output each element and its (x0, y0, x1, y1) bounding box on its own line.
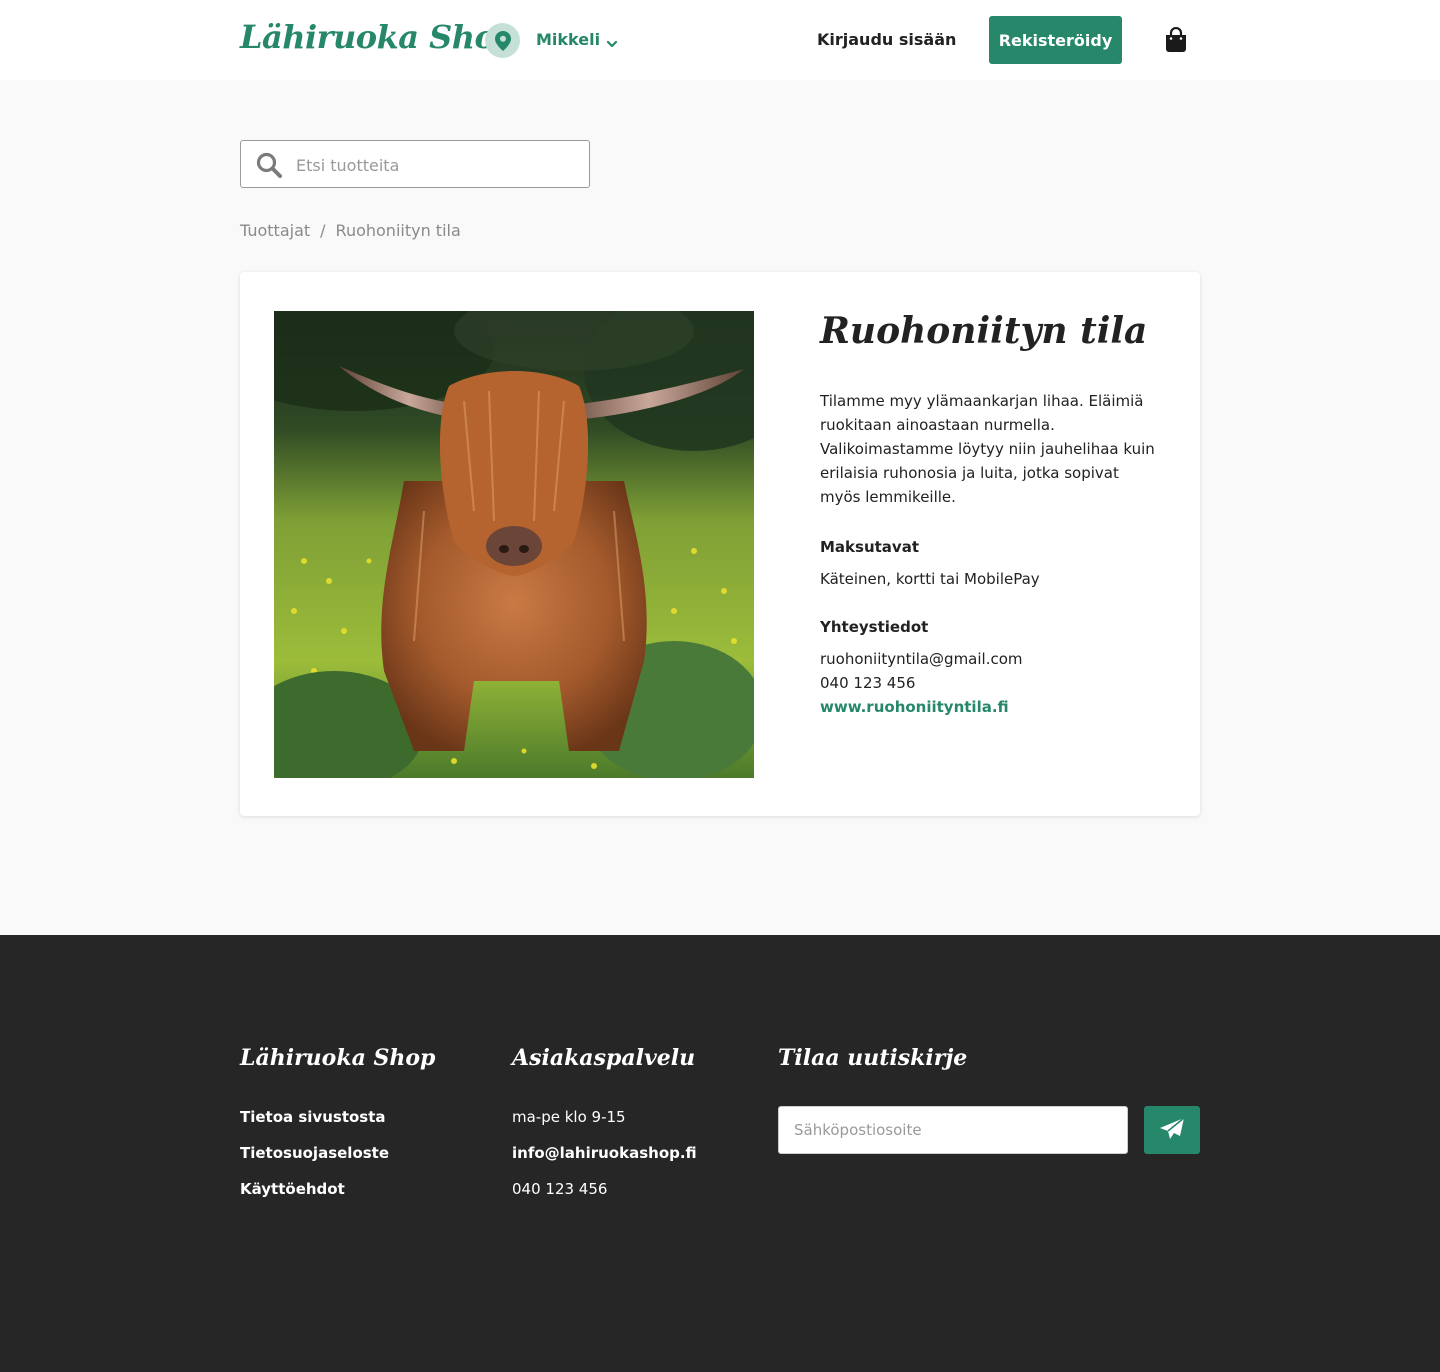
newsletter-email-input[interactable] (778, 1106, 1128, 1154)
location-selector[interactable]: Mikkeli (536, 30, 600, 49)
breadcrumb: Tuottajat / Ruohoniityn tila (240, 221, 461, 240)
support-email-link[interactable]: info@lahiruokashop.fi (512, 1135, 697, 1171)
producer-description: Tilamme myy ylämaankarjan lihaa. Eläimiä… (820, 392, 1155, 507)
contact-email: ruohoniityntila@gmail.com (820, 650, 1023, 669)
search-input[interactable] (296, 153, 576, 177)
footer-heading-site: Lähiruoka Shop (240, 1045, 436, 1071)
location-pin-icon[interactable] (485, 23, 520, 58)
producer-info: Ruohoniityn tila Tilamme myy ylämaankarj… (820, 310, 1160, 719)
producer-name: Ruohoniityn tila (820, 310, 1148, 352)
support-hours: ma-pe klo 9-15 (512, 1108, 626, 1126)
contact-phone: 040 123 456 (820, 674, 916, 693)
breadcrumb-current: Ruohoniityn tila (335, 221, 461, 240)
footer-link-privacy[interactable]: Tietosuojaseloste (240, 1135, 435, 1171)
footer-link-terms[interactable]: Käyttöehdot (240, 1171, 435, 1207)
search-icon[interactable] (256, 152, 282, 182)
site-footer: Lähiruoka Shop Tietoa sivustosta Tietosu… (0, 935, 1440, 1372)
footer-col-site: Lähiruoka Shop Tietoa sivustosta Tietosu… (240, 1045, 435, 1207)
site-logo[interactable]: Lähiruoka Shop (240, 18, 518, 56)
send-icon (1159, 1116, 1185, 1144)
breadcrumb-separator: / (320, 221, 326, 240)
producer-photo (274, 311, 754, 778)
newsletter-submit-button[interactable] (1144, 1106, 1200, 1154)
breadcrumb-producers-link[interactable]: Tuottajat (240, 221, 310, 240)
register-button[interactable]: Rekisteröidy (989, 16, 1122, 64)
footer-link-about[interactable]: Tietoa sivustosta (240, 1099, 435, 1135)
footer-col-newsletter: Tilaa uutiskirje (778, 1045, 967, 1071)
footer-heading-support: Asiakaspalvelu (512, 1045, 696, 1071)
support-phone: 040 123 456 (512, 1180, 608, 1198)
payment-heading: Maksutavat (820, 538, 919, 557)
login-link[interactable]: Kirjaudu sisään (817, 30, 956, 49)
search-box (240, 140, 590, 188)
shopping-bag-icon[interactable] (1164, 26, 1188, 57)
site-header: Lähiruoka Shop Mikkeli Kirjaudu sisään R… (0, 0, 1440, 80)
website-link[interactable]: www.ruohoniityntila.fi (820, 698, 1009, 716)
contact-heading: Yhteystiedot (820, 618, 929, 637)
footer-heading-newsletter: Tilaa uutiskirje (778, 1045, 968, 1071)
payment-methods: Käteinen, kortti tai MobilePay (820, 570, 1040, 589)
footer-col-support: Asiakaspalvelu ma-pe klo 9-15 info@lahir… (512, 1045, 697, 1207)
contact-block: ruohoniityntila@gmail.com 040 123 456 ww… (820, 647, 1160, 719)
chevron-down-icon[interactable] (606, 34, 618, 53)
producer-card: Ruohoniityn tila Tilamme myy ylämaankarj… (240, 272, 1200, 816)
